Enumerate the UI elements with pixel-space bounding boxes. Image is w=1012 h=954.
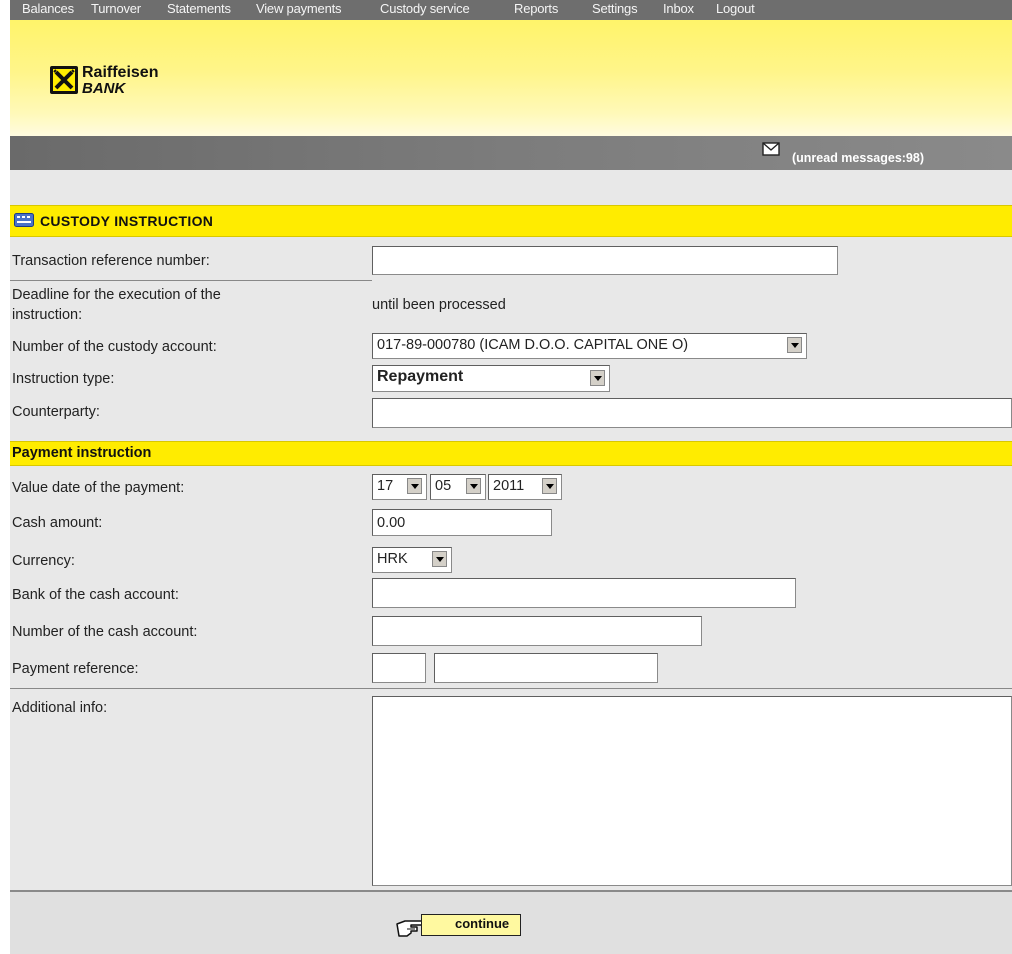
additional-info-label: Additional info: [12,700,108,716]
payment-section-title: Payment instruction [12,445,152,461]
cash-account-number-input[interactable] [372,616,702,646]
value-date-month-select[interactable]: 05 [430,474,486,500]
additional-info-textarea[interactable] [372,696,1012,886]
continue-label: continue [455,916,510,931]
nav-custody-service[interactable]: Custody service [380,1,470,16]
payment-reference-number-input[interactable] [434,653,658,683]
raiffeisen-logo-icon [50,66,78,94]
nav-statements[interactable]: Statements [167,1,231,16]
row-divider [10,280,372,281]
custody-instruction-header: CUSTODY INSTRUCTION [10,205,1012,237]
nav-balances[interactable]: Balances [22,1,74,16]
unread-messages-link[interactable]: (unread messages:98) [792,151,924,165]
header-banner: Raiffeisen BANK [10,20,1012,136]
currency-value: HRK [377,551,408,567]
currency-select[interactable]: HRK [372,547,452,573]
top-navigation: Balances Turnover Statements View paymen… [10,0,1012,20]
payment-reference-label: Payment reference: [12,661,139,677]
nav-reports[interactable]: Reports [514,1,558,16]
deadline-label-line1: Deadline for the execution of the [12,287,221,303]
custody-account-label: Number of the custody account: [12,339,217,355]
value-date-day: 17 [377,478,394,494]
brand-sub: BANK [82,80,126,97]
chevron-down-icon[interactable] [787,337,802,353]
value-date-day-select[interactable]: 17 [372,474,427,500]
chevron-down-icon[interactable] [590,370,605,386]
bank-logo: Raiffeisen BANK [50,62,190,102]
cash-account-number-label: Number of the cash account: [12,624,198,640]
continue-button[interactable]: continue [395,912,523,938]
payment-reference-model-input[interactable] [372,653,426,683]
value-date-month: 05 [435,478,452,494]
custody-account-select[interactable]: 017-89-000780 (ICAM D.O.O. CAPITAL ONE O… [372,333,807,359]
nav-logout[interactable]: Logout [716,1,755,16]
deadline-value: until been processed [372,297,506,313]
instruction-type-select[interactable]: Repayment [372,365,610,392]
chevron-down-icon[interactable] [407,478,422,494]
value-date-label: Value date of the payment: [12,480,185,496]
counterparty-label: Counterparty: [12,404,100,420]
instruction-type-value: Repayment [377,368,464,385]
nav-turnover[interactable]: Turnover [91,1,141,16]
deadline-label-line2: instruction: [12,307,83,323]
currency-label: Currency: [12,553,75,569]
cash-amount-input[interactable] [372,509,552,536]
transaction-ref-input[interactable] [372,246,838,275]
custody-account-value: 017-89-000780 (ICAM D.O.O. CAPITAL ONE O… [377,337,689,353]
page-title: CUSTODY INSTRUCTION [40,213,214,229]
keyboard-icon [14,213,34,227]
cash-amount-label: Cash amount: [12,515,103,531]
value-date-year-select[interactable]: 2011 [488,474,562,500]
bank-account-label: Bank of the cash account: [12,587,179,603]
value-date-year: 2011 [493,478,525,494]
chevron-down-icon[interactable] [466,478,481,494]
counterparty-input[interactable] [372,398,1012,428]
payment-instruction-header: Payment instruction [10,441,1012,466]
envelope-icon[interactable] [762,142,780,156]
instruction-type-label: Instruction type: [12,371,115,387]
nav-view-payments[interactable]: View payments [256,1,342,16]
chevron-down-icon[interactable] [432,551,447,567]
section-divider [10,688,1012,689]
nav-settings[interactable]: Settings [592,1,638,16]
nav-inbox[interactable]: Inbox [663,1,694,16]
transaction-ref-label: Transaction reference number: [12,253,210,269]
bank-account-input[interactable] [372,578,796,608]
app-window: Balances Turnover Statements View paymen… [10,0,1012,954]
chevron-down-icon[interactable] [542,478,557,494]
